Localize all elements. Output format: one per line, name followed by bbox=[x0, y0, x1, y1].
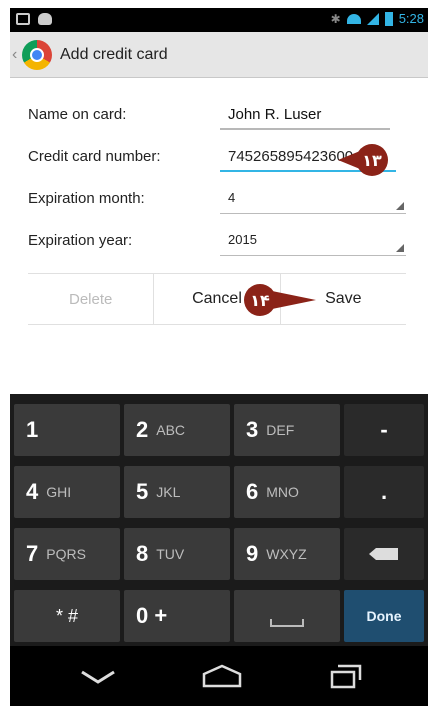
callout-arrow bbox=[272, 291, 316, 309]
key-4[interactable]: 4 GHI bbox=[14, 466, 120, 518]
callout-badge: ۱۴ bbox=[244, 284, 276, 316]
key-backspace[interactable] bbox=[344, 528, 424, 580]
callout-card-number: ۱۳ bbox=[338, 144, 388, 176]
status-bar: ✱ 5:28 bbox=[10, 8, 428, 32]
expiration-month-row: Expiration month: 4 bbox=[28, 180, 406, 220]
key-8[interactable]: 8 TUV bbox=[124, 528, 230, 580]
page-title: Add credit card bbox=[60, 45, 168, 63]
wifi-icon bbox=[346, 13, 361, 24]
key-5[interactable]: 5 JKL bbox=[124, 466, 230, 518]
phone-screen: ✱ 5:28 ‹ Add credit card Name on card: J… bbox=[10, 8, 428, 706]
done-button[interactable]: Done bbox=[344, 590, 424, 642]
system-icons: ✱ 5:28 bbox=[331, 11, 424, 26]
expiration-year-row: Expiration year: 2015 bbox=[28, 222, 406, 262]
chrome-logo-icon[interactable] bbox=[22, 39, 52, 70]
expiration-year-select[interactable]: 2015 bbox=[220, 226, 406, 256]
name-label: Name on card: bbox=[28, 106, 127, 123]
callout-badge: ۱۳ bbox=[356, 144, 388, 176]
key-0[interactable]: 0 + bbox=[124, 590, 230, 642]
notification-icons bbox=[16, 13, 52, 25]
delete-button[interactable]: Delete bbox=[28, 274, 153, 324]
card-number-label: Credit card number: bbox=[28, 148, 161, 165]
key-minus[interactable]: - bbox=[344, 404, 424, 456]
numeric-keyboard: 1 2 ABC 3 DEF - 4 GHI 5 JKL 6 MNO . 7 PQ… bbox=[10, 394, 428, 646]
battery-icon bbox=[384, 11, 393, 26]
back-icon[interactable] bbox=[80, 666, 116, 686]
key-1[interactable]: 1 bbox=[14, 404, 120, 456]
dropdown-arrow-icon bbox=[396, 202, 404, 210]
expiration-year-label: Expiration year: bbox=[28, 232, 133, 249]
callout-save: ۱۴ bbox=[244, 284, 316, 316]
key-star-hash[interactable]: * # bbox=[14, 590, 120, 642]
key-period[interactable]: . bbox=[344, 466, 424, 518]
credit-card-form: Name on card: John R. Luser Credit card … bbox=[10, 78, 428, 394]
name-field[interactable]: John R. Luser bbox=[220, 100, 390, 130]
key-space[interactable] bbox=[234, 590, 340, 642]
signal-icon bbox=[366, 12, 379, 25]
name-row: Name on card: John R. Luser bbox=[28, 96, 406, 136]
up-caret-icon[interactable]: ‹ bbox=[12, 46, 20, 64]
expiration-month-value: 4 bbox=[228, 190, 236, 205]
navigation-bar bbox=[10, 646, 428, 706]
action-bar[interactable]: ‹ Add credit card bbox=[10, 32, 428, 78]
key-7[interactable]: 7 PQRS bbox=[14, 528, 120, 580]
bluetooth-icon: ✱ bbox=[330, 11, 341, 26]
screenshot-icon bbox=[16, 13, 30, 25]
dropdown-arrow-icon bbox=[396, 244, 404, 252]
expiration-year-value: 2015 bbox=[228, 232, 257, 247]
space-bar-icon bbox=[270, 619, 304, 627]
expiration-month-label: Expiration month: bbox=[28, 190, 145, 207]
recent-apps-icon[interactable] bbox=[328, 662, 364, 690]
home-icon[interactable] bbox=[200, 662, 244, 690]
key-3[interactable]: 3 DEF bbox=[234, 404, 340, 456]
clock: 5:28 bbox=[398, 11, 424, 26]
backspace-icon bbox=[369, 548, 398, 560]
key-6[interactable]: 6 MNO bbox=[234, 466, 340, 518]
button-bar: Delete Cancel Save bbox=[28, 273, 406, 325]
key-9[interactable]: 9 WXYZ bbox=[234, 528, 340, 580]
notification-icon bbox=[38, 13, 52, 25]
expiration-month-select[interactable]: 4 bbox=[220, 184, 406, 214]
key-2[interactable]: 2 ABC bbox=[124, 404, 230, 456]
